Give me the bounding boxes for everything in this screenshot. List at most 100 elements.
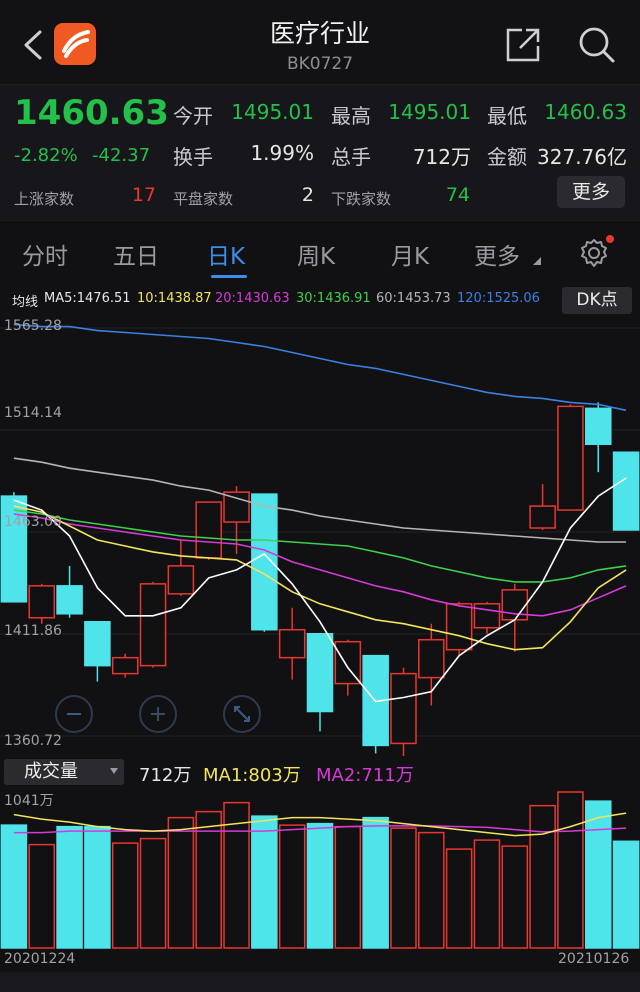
volume-bar (56, 825, 83, 949)
candle (251, 493, 278, 631)
open-label: 今开 (173, 104, 213, 128)
more-stats-button[interactable]: 更多 (557, 176, 625, 208)
share-icon[interactable] (504, 26, 542, 64)
turnover-value: 1.99% (250, 141, 314, 165)
volume-bar (251, 815, 278, 949)
volume-bar (0, 824, 28, 949)
volume-bar (28, 843, 56, 949)
volume-bar (306, 822, 334, 949)
volume-bar (139, 837, 167, 949)
tab-monthly-k[interactable]: 月K (391, 237, 429, 271)
tab-intraday[interactable]: 分时 (22, 237, 68, 271)
kline-chart[interactable] (0, 316, 640, 756)
zoom-in-button[interactable] (139, 695, 177, 733)
candle (501, 589, 529, 621)
ma120-value: 120:1525.06 (457, 291, 540, 306)
up-count: 17 (131, 184, 156, 206)
sector-code: BK0727 (286, 54, 354, 74)
candle (111, 656, 139, 675)
last-price: 1460.63 (14, 93, 169, 133)
volume-bar (612, 840, 640, 949)
change-pct: -2.82% (14, 145, 78, 166)
volume-ma2: MA2:711万 (316, 765, 414, 786)
tab-daily-k[interactable]: 日K (207, 237, 245, 271)
volume-ma1: MA1:803万 (203, 765, 301, 786)
candle (557, 405, 584, 511)
volume-bar (362, 816, 389, 949)
candle (473, 603, 501, 629)
volume-label: 总手 (331, 145, 371, 169)
amount-value: 327.76亿 (537, 145, 627, 169)
price-axis-label: 1565.28 (4, 318, 62, 334)
volume-bar (473, 839, 501, 949)
notification-dot (606, 235, 614, 243)
up-count-label: 上涨家数 (14, 190, 75, 208)
settings-gear-icon[interactable] (578, 237, 610, 269)
low-value: 1460.63 (544, 100, 627, 124)
volume-chart[interactable] (0, 788, 640, 950)
page-title: 医疗行业 (269, 19, 370, 48)
price-axis-label: 1360.72 (4, 733, 62, 749)
candle (139, 583, 167, 667)
price-axis-label: 1463.00 (4, 514, 62, 530)
volume-axis-max: 1041万 (4, 793, 54, 809)
high-value: 1495.01 (388, 100, 471, 124)
ma10-value: 10:1438.87 (137, 291, 212, 306)
high-label: 最高 (331, 104, 371, 128)
expand-icon (234, 706, 250, 722)
candle (278, 628, 306, 659)
volume-bar (529, 804, 556, 949)
fullscreen-button[interactable] (223, 695, 261, 733)
indicator-selector-label: 成交量 (24, 761, 78, 782)
plus-icon (151, 707, 165, 721)
candle (84, 621, 111, 667)
candle (167, 565, 195, 595)
minus-icon (67, 713, 81, 715)
dk-point-button[interactable]: DK点 (562, 287, 632, 314)
volume-bar (584, 800, 612, 949)
candle (445, 603, 473, 651)
candle (612, 451, 640, 531)
ma30-value: 30:1436.91 (296, 291, 371, 306)
zoom-out-button[interactable] (55, 695, 93, 733)
volume-bar (445, 848, 473, 949)
candle (28, 585, 56, 619)
ma20-value: 20:1430.63 (215, 291, 290, 306)
volume-current: 712万 (139, 765, 192, 786)
turnover-label: 换手 (173, 145, 213, 169)
quote-panel: 1460.63 -2.82% -42.37 今开 1495.01 最高 1495… (0, 84, 640, 220)
candle (195, 501, 222, 559)
tab-more[interactable]: 更多 (474, 237, 520, 271)
candle (223, 491, 250, 523)
candle (56, 585, 83, 615)
volume-bar (557, 791, 584, 949)
chart-tabs: 分时 五日 日K 周K 月K 更多 (0, 220, 640, 284)
volume-bar (390, 827, 417, 949)
ma120-line (13, 323, 627, 412)
candle (584, 407, 612, 445)
indicator-selector[interactable]: 成交量 (4, 759, 124, 785)
open-value: 1495.01 (231, 100, 314, 124)
start-date: 20201224 (4, 951, 76, 967)
ma-title: 均线 (12, 295, 39, 310)
candle (529, 505, 556, 529)
ma60-value: 60:1453.73 (376, 291, 451, 306)
candle (390, 672, 417, 745)
ma5-value: MA5:1476.51 (44, 291, 131, 306)
down-count-label: 下跌家数 (331, 190, 392, 208)
tab-five-day[interactable]: 五日 (113, 237, 159, 271)
end-date: 20210126 (558, 951, 630, 967)
search-icon[interactable] (576, 24, 616, 64)
ma-legend: 均线 MA5:1476.51 10:1438.87 20:1430.63 30:… (0, 284, 640, 316)
candle (306, 632, 334, 713)
flat-count-label: 平盘家数 (173, 190, 234, 208)
amount-label: 金额 (487, 145, 527, 169)
down-count: 74 (445, 184, 470, 206)
app-header: 医疗行业 BK0727 (0, 0, 640, 84)
bottom-bar (0, 972, 640, 992)
volume-bar (111, 842, 139, 949)
tab-weekly-k[interactable]: 周K (297, 237, 335, 271)
change-value: -42.37 (92, 145, 151, 166)
volume-bar (278, 824, 306, 949)
price-axis-label: 1514.14 (4, 405, 62, 421)
